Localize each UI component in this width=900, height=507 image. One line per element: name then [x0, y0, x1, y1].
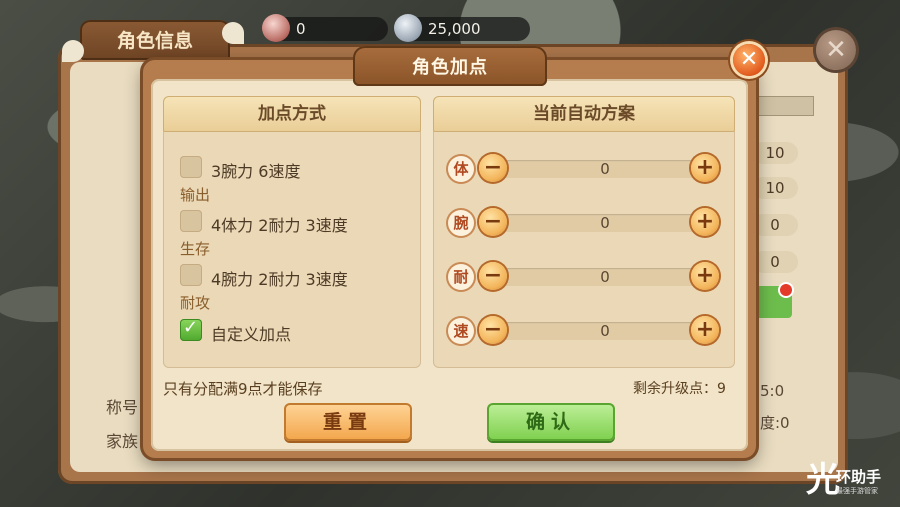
endurance-plus-button[interactable]: +	[691, 262, 719, 290]
close-icon[interactable]: ✕	[733, 44, 765, 76]
stat-row-endurance: 耐 0 − +	[448, 262, 720, 294]
option-2-label[interactable]: 4体力 2耐力 3速度	[211, 212, 348, 236]
reset-button[interactable]: 重置	[284, 403, 412, 441]
strength-value: 0	[600, 214, 610, 232]
watermark-glyph: 光	[806, 460, 840, 500]
stat-row-speed: 速 0 − +	[448, 316, 720, 348]
stat-value-1: 10	[752, 142, 798, 164]
speed-minus-button[interactable]: −	[479, 316, 507, 344]
silver-amount: 25,000	[428, 20, 481, 38]
dialog-title: 角色加点	[412, 57, 488, 78]
speed-value: 0	[600, 322, 610, 340]
speed-icon: 速	[448, 318, 474, 344]
endurance-icon: 耐	[448, 264, 474, 290]
role-info-bar	[752, 96, 814, 116]
option-1-sub: 输出	[180, 186, 211, 204]
option-1-checkbox[interactable]	[180, 156, 202, 178]
option-3-checkbox[interactable]	[180, 264, 202, 286]
option-3-sub: 耐攻	[180, 294, 211, 312]
speed-plus-button[interactable]: +	[691, 316, 719, 344]
stamina-minus-button[interactable]: −	[479, 154, 507, 182]
notification-dot	[780, 284, 792, 296]
gem-counter[interactable]: 0	[262, 14, 388, 42]
endurance-value: 0	[600, 268, 610, 286]
watermark-logo: 光 环助手 最强手游管家	[806, 460, 898, 504]
stat-row-stamina: 体 0 − +	[448, 154, 720, 186]
title-label: 称号	[106, 398, 139, 417]
family-label: 家族	[106, 432, 139, 451]
endurance-minus-button[interactable]: −	[479, 262, 507, 290]
role-info-close-icon[interactable]: ✕	[816, 30, 856, 70]
strength-icon: 腕	[448, 210, 474, 236]
option-1-label[interactable]: 3腕力 6速度	[211, 158, 300, 182]
option-2-checkbox[interactable]	[180, 210, 202, 232]
watermark-tagline: 最强手游管家	[836, 487, 878, 495]
gem-icon	[262, 14, 290, 42]
remaining-points: 剩余升级点：9	[633, 381, 726, 397]
right-text-1: 5:0	[760, 382, 785, 400]
stat-value-2: 10	[752, 177, 798, 199]
stat-row-strength: 腕 0 − +	[448, 208, 720, 240]
right-text-2: 度:0	[760, 414, 790, 432]
confirm-button[interactable]: 确认	[487, 403, 615, 441]
watermark-name: 环助手	[836, 468, 882, 486]
option-2-sub: 生存	[180, 240, 211, 258]
stamina-icon: 体	[448, 156, 474, 182]
option-4-label[interactable]: 自定义加点	[211, 321, 291, 345]
method-header: 加点方式	[163, 96, 421, 132]
save-hint: 只有分配满9点才能保存	[163, 380, 323, 398]
strength-minus-button[interactable]: −	[479, 208, 507, 236]
stat-value-4: 0	[752, 251, 798, 273]
strength-plus-button[interactable]: +	[691, 208, 719, 236]
stamina-value: 0	[600, 160, 610, 178]
checkmark-icon: ✓	[183, 317, 199, 338]
gem-amount: 0	[296, 20, 306, 38]
silver-coin-icon	[394, 14, 422, 42]
option-3-label[interactable]: 4腕力 2耐力 3速度	[211, 266, 348, 290]
role-info-title: 角色信息	[116, 30, 193, 52]
option-4-checkbox[interactable]: ✓	[180, 317, 202, 341]
auto-plan-header: 当前自动方案	[433, 96, 735, 132]
stat-value-3: 0	[752, 214, 798, 236]
stamina-plus-button[interactable]: +	[691, 154, 719, 182]
silver-counter[interactable]: 25,000	[394, 14, 530, 42]
